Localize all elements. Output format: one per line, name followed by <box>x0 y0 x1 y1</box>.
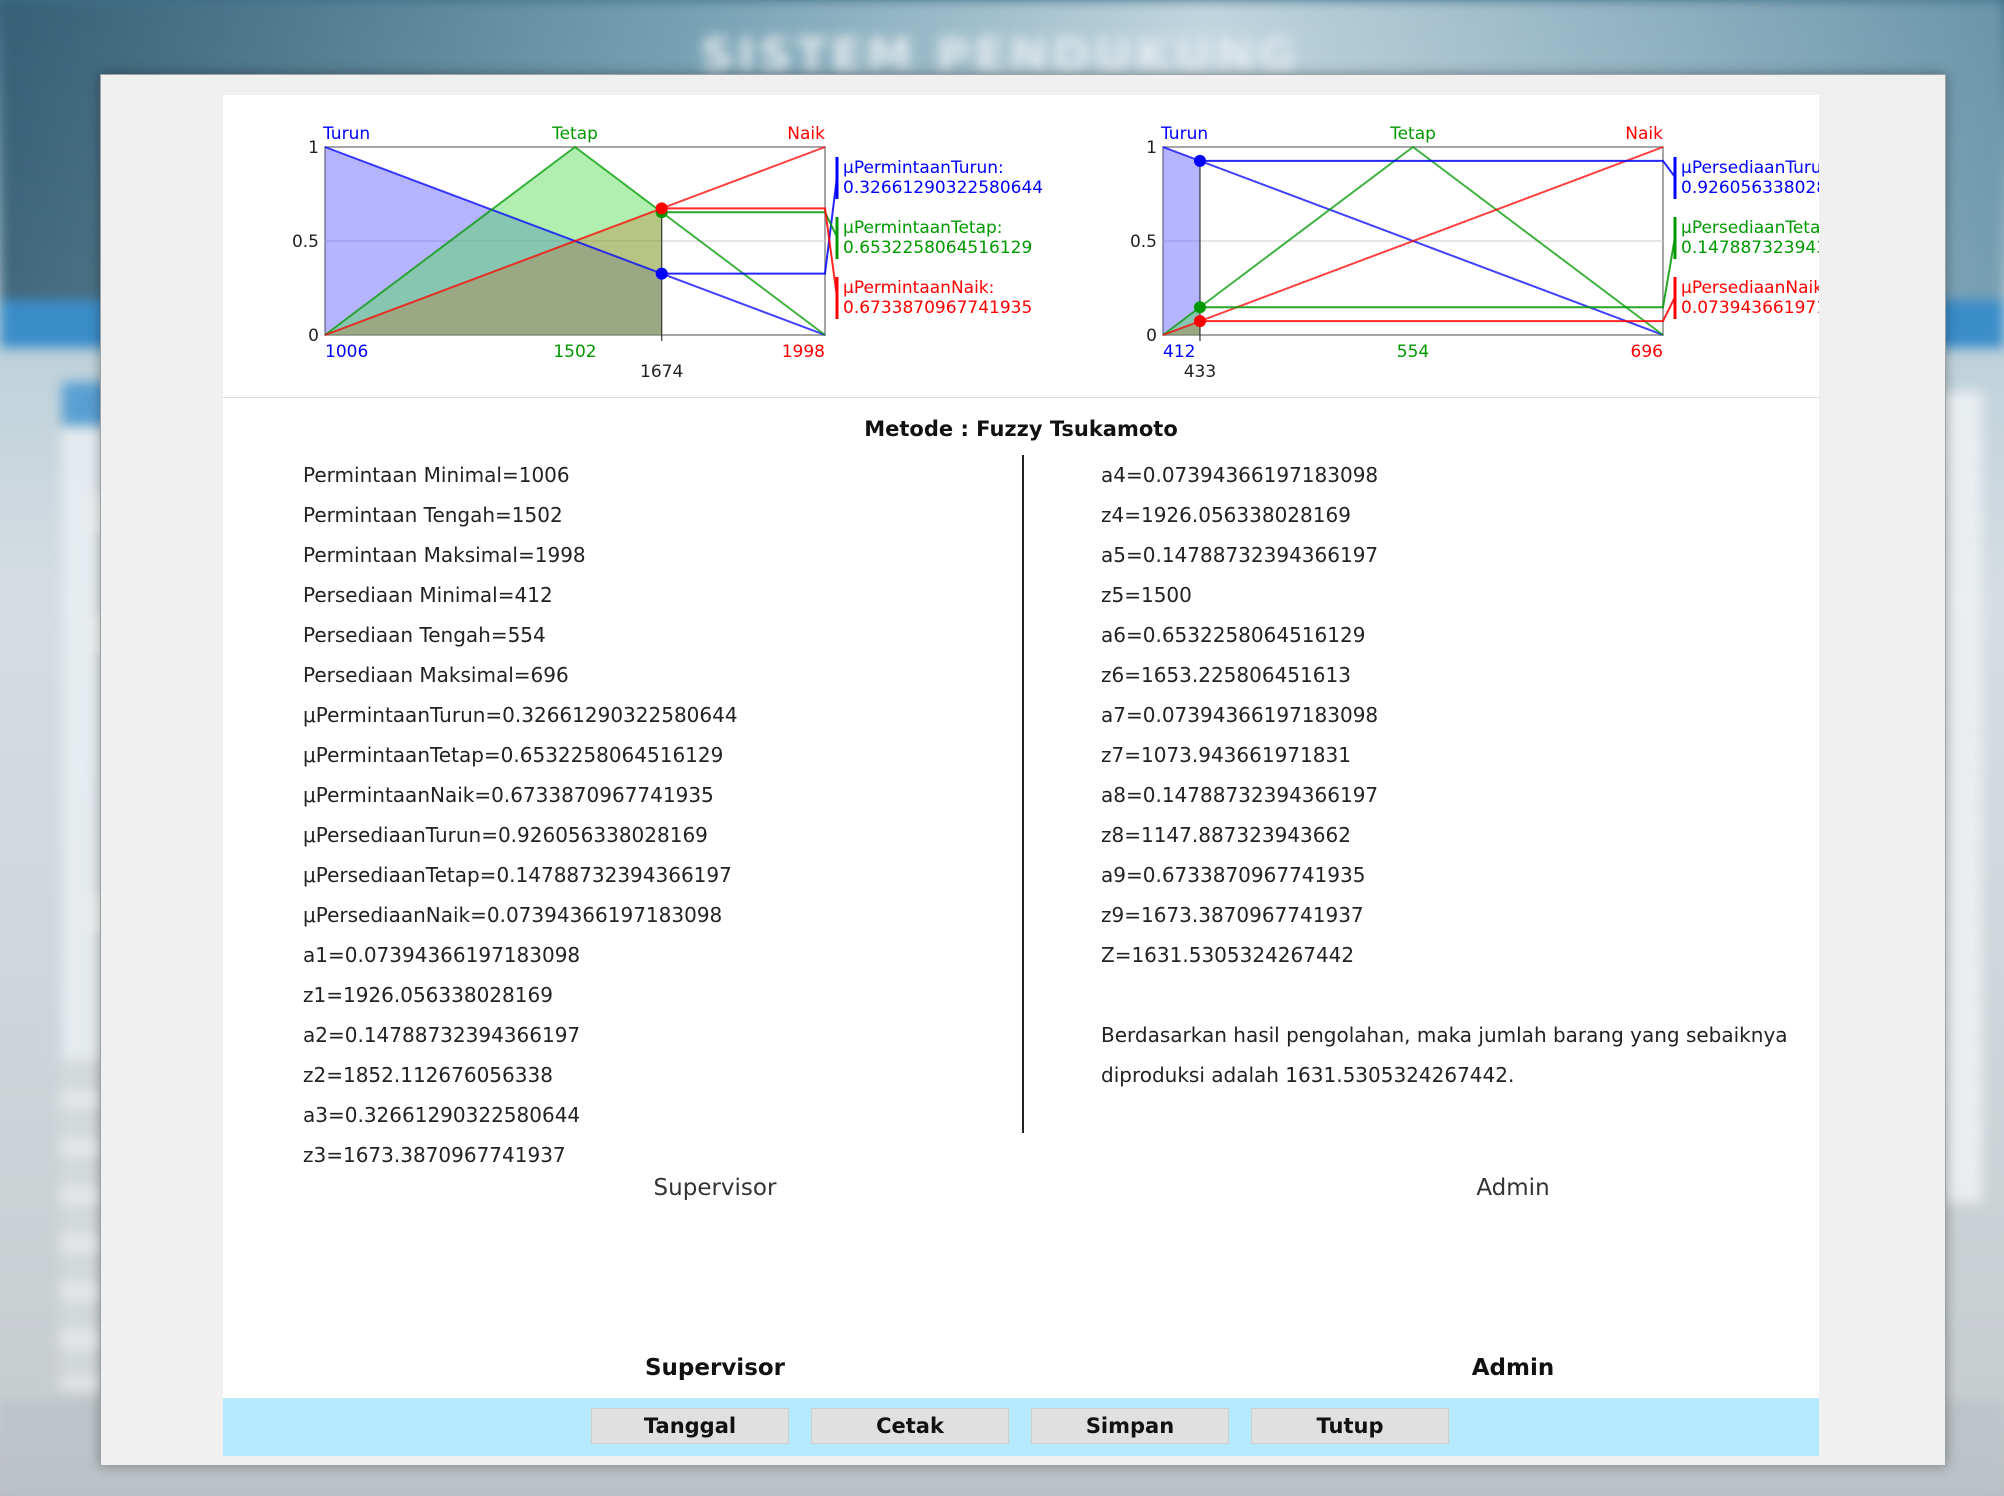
marker-x-label: 433 <box>1184 362 1216 382</box>
membership-charts: μPermintaanTurun: 0.32661290322580644 μPer… <box>223 95 1819 400</box>
tanggal-button[interactable]: Tanggal <box>591 1408 789 1444</box>
calc-line: μPersediaanTetap=0.14788732394366197 <box>303 863 732 887</box>
cetak-button[interactable]: Cetak <box>811 1408 1009 1444</box>
category-label: Turun <box>322 124 370 144</box>
calc-line: a2=0.14788732394366197 <box>303 1023 581 1047</box>
signature-admin-title: Admin <box>1476 1175 1550 1201</box>
dialog-button-bar <box>223 1398 1819 1456</box>
calc-left-column: Permintaan Minimal=1006 Permintaan Tengah… <box>303 455 923 1175</box>
calc-line: z7=1073.943661971831 <box>1101 743 1351 767</box>
x-tick-label: 412 <box>1163 342 1195 362</box>
calc-line: μPersediaanTurun=0.926056338028169 <box>303 823 708 847</box>
report-page: μPermintaanTurun: 0.32661290322580644 μPer… <box>223 95 1819 1398</box>
marker-point-naik <box>1193 315 1206 328</box>
y-tick-label: 0 <box>1146 326 1157 346</box>
marker-point-tetap <box>1193 301 1206 314</box>
marker-x-label: 1674 <box>640 362 683 382</box>
calc-line: a5=0.14788732394366197 <box>1101 543 1379 567</box>
calc-line: Permintaan Minimal=1006 <box>303 463 570 487</box>
calc-line: μPermintaanTurun=0.32661290322580644 <box>303 703 738 727</box>
x-tick-label: 1502 <box>553 342 596 362</box>
calc-line: a9=0.6733870967741935 <box>1101 863 1366 887</box>
annotation-value: 0.07394366197183098 <box>1681 298 1819 318</box>
calc-line: z5=1500 <box>1101 583 1192 607</box>
y-tick-label: 1 <box>1146 138 1157 158</box>
method-title: Metode : Fuzzy Tsukamoto <box>864 417 1178 441</box>
calc-line: z9=1673.3870967741937 <box>1101 903 1364 927</box>
calc-line: Permintaan Maksimal=1998 <box>303 543 586 567</box>
x-tick-label: 554 <box>1397 342 1429 362</box>
annotation-value: 0.6733870967741935 <box>843 298 1032 318</box>
calc-line: a3=0.32661290322580644 <box>303 1103 581 1127</box>
calc-line: z4=1926.056338028169 <box>1101 503 1351 527</box>
column-divider <box>1022 455 1024 1133</box>
simpan-button[interactable]: Simpan <box>1031 1408 1229 1444</box>
annotation-label: μPersediaanNaik: <box>1681 278 1819 298</box>
annotation-value: 0.32661290322580644 <box>843 178 1043 198</box>
calc-line: Persediaan Minimal=412 <box>303 583 553 607</box>
conclusion-text: Berdasarkan hasil pengolahan, maka jumla… <box>1101 1015 1801 1095</box>
calc-line: Persediaan Maksimal=696 <box>303 663 569 687</box>
marker-leader-line <box>661 176 838 275</box>
x-tick-label: 1998 <box>782 342 825 362</box>
signature-supervisor-name: Supervisor <box>644 1355 786 1381</box>
marker-point-turun <box>1193 154 1206 167</box>
calc-line: z2=1852.112676056338 <box>303 1063 553 1087</box>
conclusion-line: Berdasarkan hasil pengolahan, maka jumla… <box>1101 1023 1788 1047</box>
calc-line: z1=1926.056338028169 <box>303 983 553 1007</box>
calc-line: a4=0.07394366197183098 <box>1101 463 1379 487</box>
category-label: Turun <box>1160 124 1208 144</box>
tutup-button[interactable]: Tutup <box>1251 1408 1449 1444</box>
calc-line: Permintaan Tengah=1502 <box>303 503 563 527</box>
conclusion-line: diproduksi adalah 1631.5305324267442. <box>1101 1063 1515 1087</box>
calc-line: a7=0.07394366197183098 <box>1101 703 1379 727</box>
signature-supervisor-title: Supervisor <box>653 1175 777 1201</box>
charts-separator <box>223 397 1819 398</box>
annotation-label: μPermintaanNaik: <box>843 278 994 298</box>
report-dialog: μPermintaanTurun: 0.32661290322580644 μPer… <box>100 74 1946 1466</box>
annotation-label: μPermintaanTetap: <box>843 218 1003 238</box>
marker-leader-line <box>1199 296 1676 323</box>
annotation-value: 0.14788732394366197 <box>1681 238 1819 258</box>
y-tick-label: 0.5 <box>292 232 319 252</box>
calc-right-column: a4=0.07394366197183098 z4=1926.0563380281… <box>1101 455 1788 1095</box>
y-tick-label: 0 <box>308 326 319 346</box>
x-tick-label: 1006 <box>325 342 368 362</box>
calc-line: μPersediaanNaik=0.07394366197183098 <box>303 903 723 927</box>
annotation-value: 0.926056338028169 <box>1681 178 1819 198</box>
category-label: Naik <box>1625 124 1663 144</box>
calc-line: a1=0.07394366197183098 <box>303 943 581 967</box>
calc-line: Z=1631.5305324267442 <box>1101 943 1355 967</box>
signature-admin-name: Admin <box>1471 1355 1555 1381</box>
calc-line: a8=0.14788732394366197 <box>1101 783 1379 807</box>
annotation-label: μPersediaanTurun: <box>1681 158 1819 178</box>
membership-charts-svg: μPermintaanTurun:0.32661290322580644 μPer… <box>292 124 1819 382</box>
y-tick-label: 0.5 <box>1130 232 1157 252</box>
marker-leader-line <box>661 211 838 238</box>
category-label: Tetap <box>551 124 598 144</box>
category-label: Naik <box>787 124 825 144</box>
y-tick-label: 1 <box>308 138 319 158</box>
marker-leader-line <box>1199 236 1676 309</box>
marker-point-naik <box>655 202 668 215</box>
calc-line: μPermintaanNaik=0.6733870967741935 <box>303 783 714 807</box>
annotation-label: μPersediaanTetap: <box>1681 218 1819 238</box>
calc-line: Persediaan Tengah=554 <box>303 623 546 647</box>
annotation-label: μPermintaanTurun: <box>843 158 1004 178</box>
calc-line: z3=1673.3870967741937 <box>303 1143 566 1167</box>
calc-line: μPermintaanTetap=0.6532258064516129 <box>303 743 724 767</box>
calc-line: z8=1147.887323943662 <box>1101 823 1351 847</box>
calc-line: a6=0.6532258064516129 <box>1101 623 1366 647</box>
calc-line: z6=1653.225806451613 <box>1101 663 1351 687</box>
marker-point-turun <box>655 267 668 280</box>
x-tick-label: 696 <box>1631 342 1663 362</box>
annotation-value: 0.6532258064516129 <box>843 238 1032 258</box>
category-label: Tetap <box>1389 124 1436 144</box>
